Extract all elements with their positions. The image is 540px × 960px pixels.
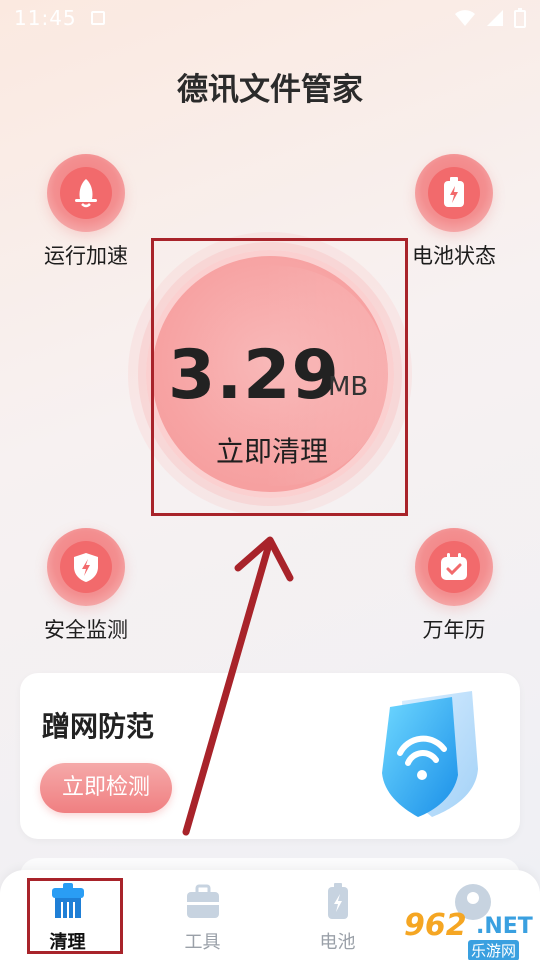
tab-tools-label: 工具 xyxy=(184,932,221,953)
feature-security[interactable]: 安全监测 xyxy=(21,528,151,644)
shield-bolt-icon xyxy=(74,553,98,582)
notification-icon xyxy=(90,11,105,25)
battery-icon xyxy=(514,8,526,28)
detect-now-button[interactable]: 立即检测 xyxy=(40,763,172,813)
watermark-logo: 962 .NET 乐游网 xyxy=(398,906,538,960)
feature-speedup[interactable]: 运行加速 xyxy=(21,154,151,270)
tab-clean-label: 清理 xyxy=(49,932,86,953)
feature-battery-status-label: 电池状态 xyxy=(412,244,496,268)
rocket-icon xyxy=(75,179,97,208)
status-time: 11:45 xyxy=(14,6,77,30)
app-title: 德讯文件管家 xyxy=(177,72,363,108)
feature-battery-status[interactable]: 电池状态 xyxy=(389,154,519,270)
watermark-sub: 乐游网 xyxy=(468,940,520,960)
feature-speedup-label: 运行加速 xyxy=(44,244,128,268)
calendar-check-icon xyxy=(441,553,467,580)
tab-clean[interactable]: 清理 xyxy=(0,870,135,960)
toolbox-icon xyxy=(186,884,219,918)
status-bar: 11:45 xyxy=(0,0,540,36)
tab-tools[interactable]: 工具 xyxy=(135,870,270,960)
wifi-shield-icon xyxy=(360,683,490,823)
broom-icon xyxy=(51,883,84,918)
signal-icon xyxy=(487,10,503,26)
clean-now-label: 立即清理 xyxy=(215,435,328,468)
tab-battery-label: 电池 xyxy=(319,932,356,953)
battery-tab-icon xyxy=(327,883,348,919)
battery-bolt-icon xyxy=(444,177,464,207)
watermark-number: 962 xyxy=(404,908,467,943)
feature-calendar-label: 万年历 xyxy=(422,618,486,642)
feature-calendar[interactable]: 万年历 xyxy=(389,528,519,644)
watermark-net: .NET xyxy=(476,914,533,939)
wifi-protect-card: 蹭网防范 立即检测 xyxy=(20,673,520,839)
wifi-icon xyxy=(455,10,475,26)
junk-size-value: 3.29 xyxy=(168,336,340,415)
junk-size-unit: MB xyxy=(328,372,369,402)
tab-battery[interactable]: 电池 xyxy=(270,870,405,960)
wifi-protect-title: 蹭网防范 xyxy=(42,710,155,743)
feature-security-label: 安全监测 xyxy=(44,618,128,642)
